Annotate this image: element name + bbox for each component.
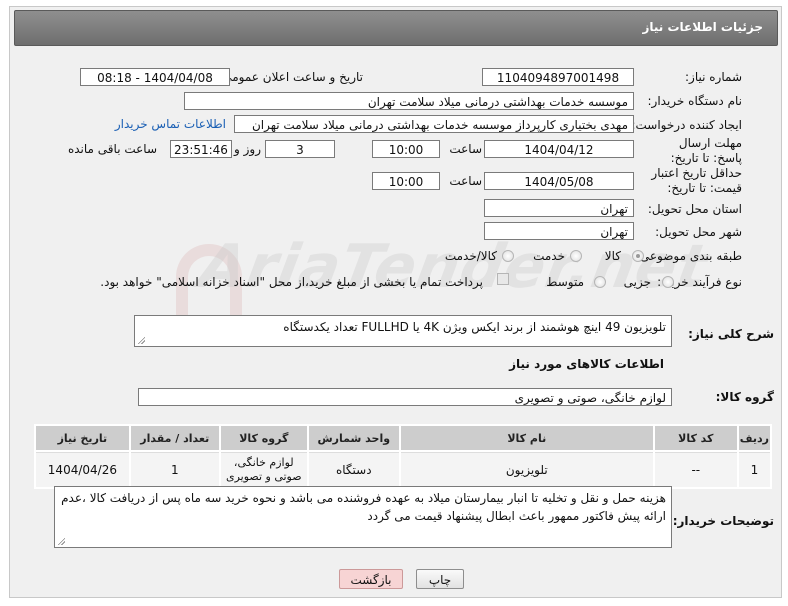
cell-code: --	[654, 452, 737, 487]
validity-time-field: 10:00	[372, 172, 440, 190]
city-field: تهران	[484, 222, 634, 240]
deadline-date-field: 1404/04/12	[484, 140, 634, 158]
back-button[interactable]: بازگشت	[339, 569, 403, 589]
page-header: جزئیات اطلاعات نیاز	[14, 10, 778, 46]
buyer-org-field: موسسه خدمات بهداشتی درمانی میلاد سلامت ت…	[184, 92, 634, 110]
treasury-payment-checkbox[interactable]	[497, 273, 509, 285]
remaining-time-field: 23:51:46	[170, 140, 232, 158]
process-radio-minor[interactable]	[662, 276, 674, 288]
process-option-medium: متوسط	[546, 275, 584, 289]
treasury-payment-note: پرداخت تمام یا بخشی از مبلغ خرید،از محل …	[100, 275, 483, 289]
validity-label: حداقل تاریخ اعتبار قیمت: تا تاریخ:	[651, 166, 742, 195]
category-option-goods-service: کالا/خدمت	[444, 249, 497, 263]
goods-table: ردیف کد کالا نام کالا واحد شمارش گروه کا…	[34, 424, 772, 489]
col-header-name: نام کالا	[400, 426, 653, 450]
days-field: 3	[265, 140, 335, 158]
requester-label: ایجاد کننده درخواست:	[631, 118, 742, 132]
page-title: جزئیات اطلاعات نیاز	[642, 20, 763, 34]
process-radio-medium[interactable]	[594, 276, 606, 288]
watermark: AriaTender.net	[193, 232, 714, 302]
summary-textarea[interactable]: تلویزیون 49 اینچ هوشمند از برند ایکس ویژ…	[134, 315, 672, 347]
deadline-label: مهلت ارسال پاسخ: تا تاریخ:	[670, 136, 742, 165]
print-button[interactable]: چاپ	[416, 569, 464, 589]
table-header-row: ردیف کد کالا نام کالا واحد شمارش گروه کا…	[36, 426, 770, 450]
table-row[interactable]: 1 -- تلویزیون دستگاه لوازم خانگی، صوتی و…	[36, 452, 770, 487]
category-option-service: خدمت	[533, 249, 565, 263]
buyer-notes-text: هزینه حمل و نقل و تخلیه تا انبار بیمارست…	[61, 491, 666, 523]
buyer-org-label: نام دستگاه خریدار:	[647, 94, 743, 108]
deadline-time-label: ساعت	[449, 142, 482, 156]
requester-field: مهدی بختیاری کارپرداز موسسه خدمات بهداشت…	[234, 115, 634, 133]
category-option-goods: کالا	[604, 249, 621, 263]
col-header-row: ردیف	[738, 426, 770, 450]
validity-date-field: 1404/05/08	[484, 172, 634, 190]
province-label: استان محل تحویل:	[647, 202, 742, 216]
announce-field: 1404/04/08 - 08:18	[80, 68, 230, 86]
resize-grip-icon[interactable]	[57, 537, 65, 545]
category-radio-goods-service[interactable]	[502, 250, 514, 262]
goods-info-title: اطلاعات کالاهای مورد نیاز	[509, 357, 664, 371]
buyer-notes-textarea[interactable]: هزینه حمل و نقل و تخلیه تا انبار بیمارست…	[54, 486, 672, 548]
col-header-group: گروه کالا	[220, 426, 307, 450]
need-number-field: 1104094897001498	[482, 68, 634, 86]
goods-group-field: لوازم خانگی، صوتی و تصویری	[138, 388, 672, 406]
process-option-minor: جزیی	[623, 275, 651, 289]
col-header-unit: واحد شمارش	[308, 426, 399, 450]
category-radio-service[interactable]	[570, 250, 582, 262]
days-label: روز و	[234, 142, 261, 156]
col-header-code: کد کالا	[654, 426, 737, 450]
category-label: طبقه بندی موضوعی:	[635, 249, 742, 263]
cell-group: لوازم خانگی، صوتی و تصویری	[220, 452, 307, 487]
validity-time-label: ساعت	[449, 174, 482, 188]
province-field: تهران	[484, 199, 634, 217]
cell-date: 1404/04/26	[36, 452, 129, 487]
announce-label: تاریخ و ساعت اعلان عمومی:	[218, 70, 363, 84]
deadline-time-field: 10:00	[372, 140, 440, 158]
col-header-date: تاریخ نیاز	[36, 426, 129, 450]
summary-label: شرح کلی نیاز:	[688, 327, 774, 341]
cell-qty: 1	[130, 452, 219, 487]
buyer-contact-link[interactable]: اطلاعات تماس خریدار	[115, 117, 226, 131]
resize-grip-icon[interactable]	[137, 336, 145, 344]
remaining-label: ساعت باقی مانده	[67, 142, 157, 156]
cell-row: 1	[738, 452, 770, 487]
city-label: شهر محل تحویل:	[655, 225, 742, 239]
need-number-label: شماره نیاز:	[685, 70, 742, 84]
col-header-qty: تعداد / مقدار	[130, 426, 219, 450]
category-radio-goods[interactable]	[632, 250, 644, 262]
cell-unit: دستگاه	[308, 452, 399, 487]
goods-group-label: گروه کالا:	[715, 390, 774, 404]
cell-name: تلویزیون	[400, 452, 653, 487]
summary-text: تلویزیون 49 اینچ هوشمند از برند ایکس ویژ…	[283, 320, 666, 334]
buyer-notes-label: توضیحات خریدار:	[672, 514, 774, 528]
